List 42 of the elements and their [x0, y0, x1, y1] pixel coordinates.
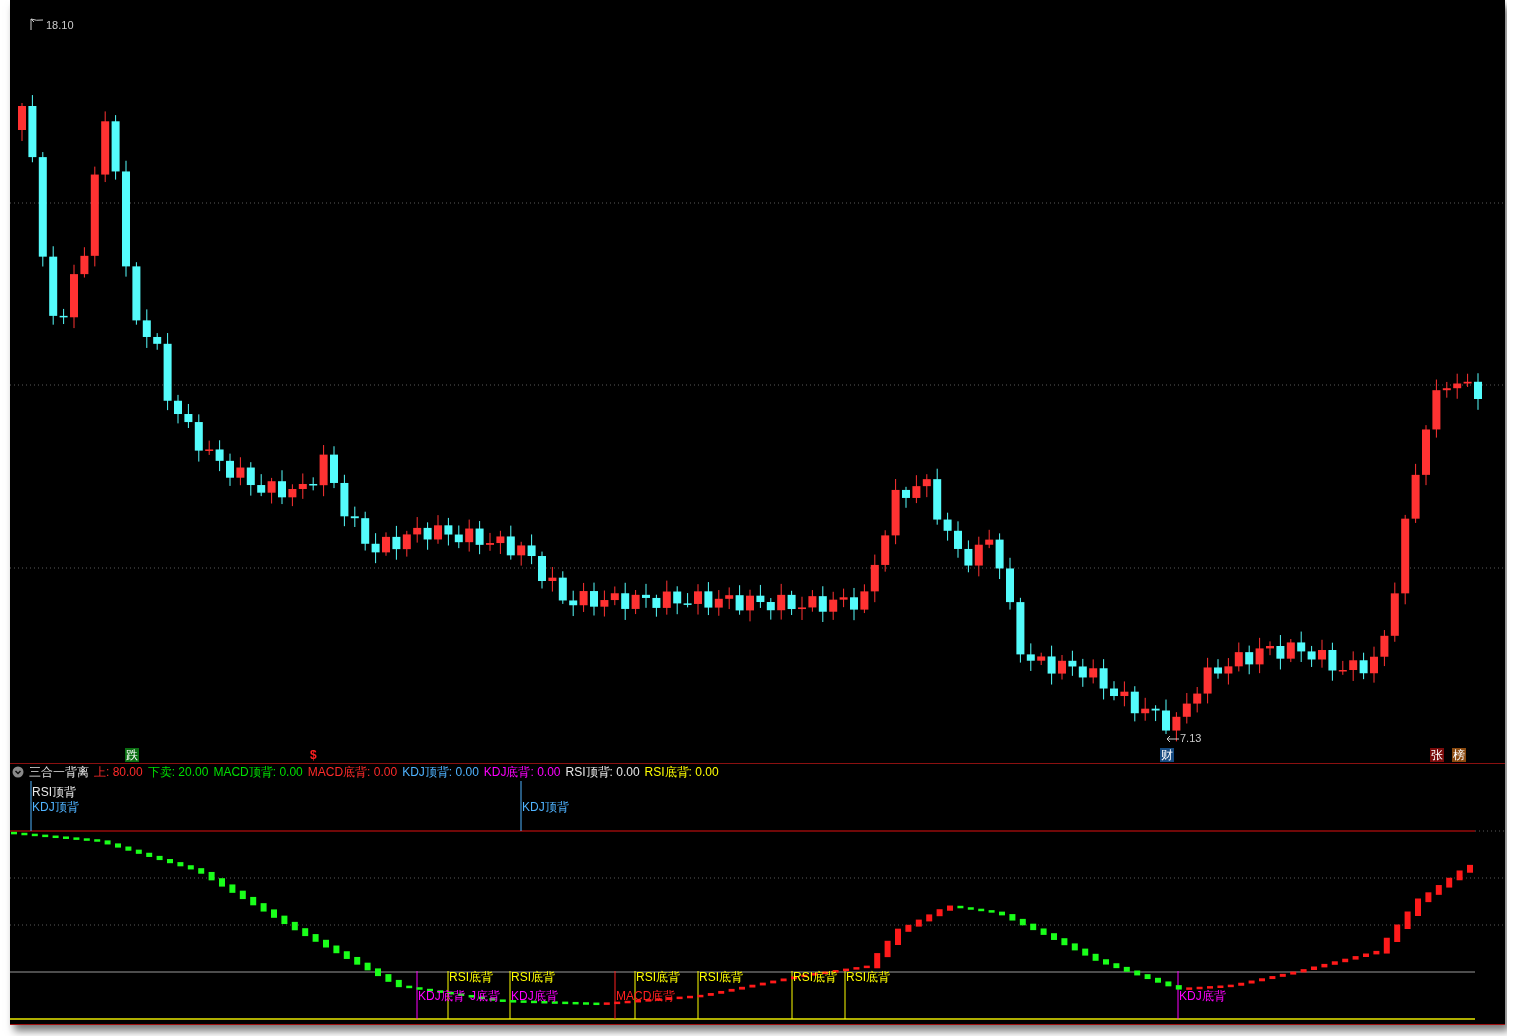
- indicator-parameter: RSI顶背: 0.00: [565, 763, 640, 781]
- indicator-parameter: RSI底背: 0.00: [644, 763, 719, 781]
- signal-line: [416, 970, 418, 1020]
- signal-label: RSI底背: [846, 969, 890, 984]
- signal-line: [791, 970, 793, 1020]
- signal-line: [30, 780, 32, 832]
- signal-label: RSI底背: [636, 969, 680, 984]
- indicator-title: 三合一背离: [29, 763, 89, 781]
- signal-label: KDJ顶背: [32, 799, 79, 814]
- signal-line: [844, 970, 846, 1020]
- left-arrow-icon: [1166, 734, 1180, 743]
- indicator-parameter: MACD底背: 0.00: [307, 763, 398, 781]
- indicator-parameter: 上: 80.00: [94, 763, 143, 781]
- grid-line: [1474, 830, 1505, 832]
- indicator-parameter: KDJ底背: 0.00: [483, 763, 561, 781]
- signal-mark: $: [309, 747, 318, 762]
- pointer-arrow-icon: [30, 17, 44, 32]
- signal-label: KDJ底背: [1179, 988, 1226, 1003]
- high-price-label: 18.10: [46, 18, 74, 31]
- signal-line: [614, 970, 616, 1020]
- signal-line: [1177, 970, 1179, 1020]
- event-tag[interactable]: 张: [1430, 747, 1444, 762]
- indicator-parameter: 下卖: 20.00: [147, 763, 209, 781]
- signal-line: [447, 970, 449, 1020]
- event-tag[interactable]: 榜: [1452, 747, 1466, 762]
- signal-line: [634, 970, 636, 1020]
- indicator-parameter: KDJ顶背: 0.00: [402, 763, 479, 781]
- signal-label: KDJ底背: [511, 988, 558, 1003]
- collapse-icon[interactable]: [12, 766, 24, 779]
- signal-line: [509, 970, 511, 1020]
- signal-label: RSI底背: [449, 969, 493, 984]
- low-price-label: 7.13: [1180, 731, 1202, 744]
- signal-label: RSI底背: [511, 969, 555, 984]
- signal-label: RSI顶背: [32, 784, 76, 799]
- signal-line: [697, 970, 699, 1020]
- event-tag[interactable]: 财: [1160, 747, 1174, 762]
- signal-label: KDJ顶背: [522, 799, 569, 814]
- signal-label: RSI底背: [793, 969, 837, 984]
- signal-label: RSI底背: [699, 969, 743, 984]
- signal-line: [520, 780, 522, 832]
- indicator-parameter: MACD顶背: 0.00: [213, 763, 303, 781]
- event-tag[interactable]: 跌: [125, 747, 139, 762]
